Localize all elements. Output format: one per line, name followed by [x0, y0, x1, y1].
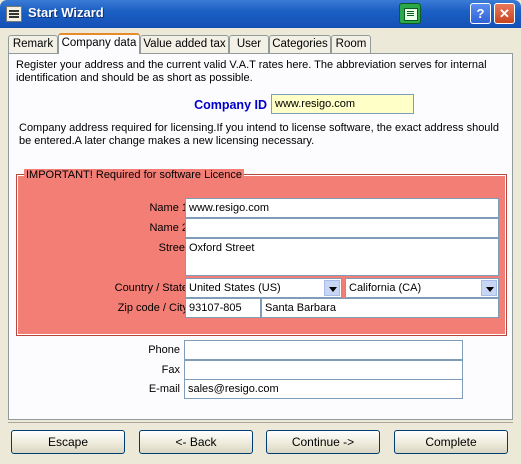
country-select[interactable]: United States (US): [185, 278, 342, 298]
company-id-label: Company ID: [194, 98, 267, 112]
help-button[interactable]: ?: [470, 3, 491, 24]
fax-input[interactable]: [184, 360, 463, 380]
name2-label: Name 2: [149, 222, 188, 234]
tab-categories[interactable]: Categories: [269, 35, 331, 53]
tab-value-added-tax[interactable]: Value added tax: [140, 35, 229, 53]
zip-city-label: Zip code / City: [117, 302, 188, 314]
country-value: United States (US): [189, 282, 281, 294]
chevron-down-icon[interactable]: [324, 280, 340, 296]
phone-label: Phone: [148, 344, 180, 356]
calculator-icon[interactable]: [399, 3, 421, 24]
address-note: Company address required for licensing.I…: [19, 122, 499, 147]
continue-button[interactable]: Continue ->: [266, 430, 380, 454]
button-separator: [8, 422, 513, 423]
name2-input[interactable]: [185, 218, 499, 238]
name1-input[interactable]: www.resigo.com: [185, 198, 499, 218]
name1-label: Name 1: [149, 202, 188, 214]
state-value: California (CA): [349, 282, 422, 294]
street-label: Street: [158, 242, 188, 254]
tab-remark[interactable]: Remark: [8, 35, 58, 53]
complete-button[interactable]: Complete: [394, 430, 508, 454]
back-button[interactable]: <- Back: [139, 430, 253, 454]
state-select[interactable]: California (CA): [345, 278, 499, 298]
chevron-down-icon[interactable]: [481, 280, 497, 296]
intro-text: Register your address and the current va…: [16, 59, 487, 84]
company-id-input[interactable]: www.resigo.com: [271, 94, 414, 114]
company-data-panel: Register your address and the current va…: [8, 53, 513, 420]
city-input[interactable]: Santa Barbara: [261, 298, 499, 318]
zip-input[interactable]: 93107-805: [185, 298, 261, 318]
title-bar: Start Wizard ? ✕: [0, 0, 521, 28]
email-input[interactable]: sales@resigo.com: [184, 379, 463, 399]
licence-group-legend: IMPORTANT! Required for software Licence: [24, 169, 245, 181]
tab-room[interactable]: Room: [331, 35, 371, 53]
tab-user[interactable]: User: [229, 35, 269, 53]
app-icon: [6, 6, 22, 22]
licence-group: IMPORTANT! Required for software Licence…: [16, 169, 507, 336]
escape-button[interactable]: Escape: [11, 430, 125, 454]
country-state-label: Country / State: [114, 282, 188, 294]
email-label: E-mail: [148, 383, 180, 395]
close-button[interactable]: ✕: [494, 3, 515, 24]
window-title: Start Wizard: [28, 5, 104, 20]
street-input[interactable]: Oxford Street: [185, 238, 499, 276]
tab-company-data[interactable]: Company data: [58, 33, 140, 54]
fax-label: Fax: [161, 364, 180, 376]
phone-input[interactable]: [184, 340, 463, 360]
